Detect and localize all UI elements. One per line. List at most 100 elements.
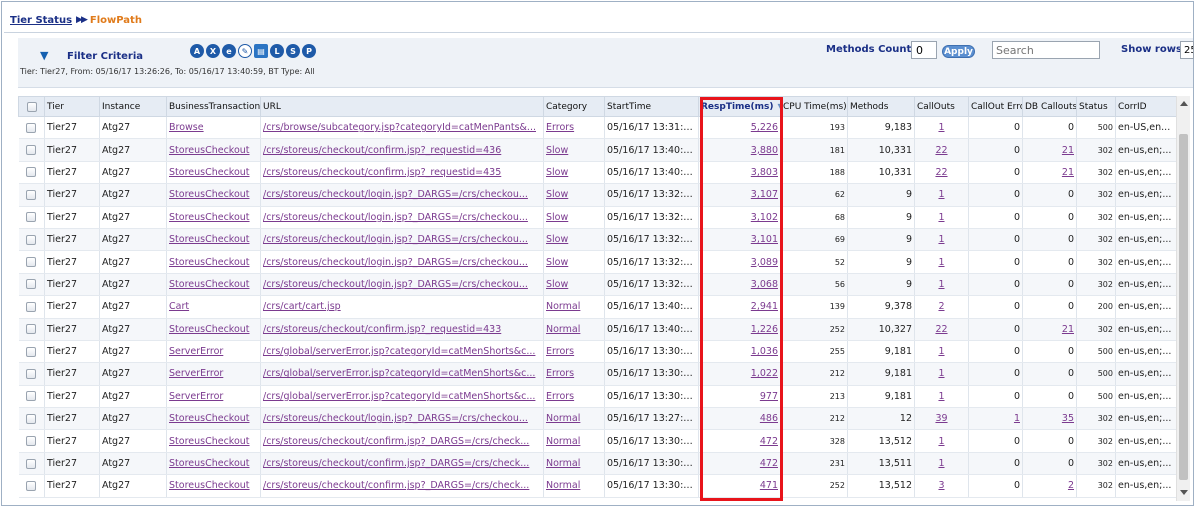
column-header-methods[interactable]: Methods [847,96,915,117]
row-checkbox[interactable] [26,346,37,357]
callout-errors-link[interactable]: 1 [1014,413,1020,424]
callouts-link[interactable]: 1 [938,346,944,357]
category-link[interactable]: Slow [546,234,568,245]
callouts-link[interactable]: 1 [938,189,944,200]
callouts-link[interactable]: 1 [938,212,944,223]
db-callouts-link[interactable]: 2 [1068,480,1074,491]
category-link[interactable]: Errors [546,368,574,379]
url-link[interactable]: /crs/global/serverError.jsp?categoryId=c… [263,346,535,357]
column-header-tier[interactable]: Tier [44,96,100,117]
category-link[interactable]: Normal [546,413,580,424]
callouts-link[interactable]: 3 [938,480,944,491]
callouts-link[interactable]: 1 [938,279,944,290]
category-link[interactable]: Normal [546,480,580,491]
row-checkbox[interactable] [26,301,37,312]
resp-time-link[interactable]: 472 [760,458,778,469]
resp-time-link[interactable]: 5,226 [751,122,778,133]
callouts-link[interactable]: 1 [938,122,944,133]
methods-count-input[interactable] [911,41,937,59]
url-link[interactable]: /crs/storeus/checkout/login.jsp?_DARGS=/… [263,257,528,268]
callouts-link[interactable]: 1 [938,458,944,469]
a-circle-icon[interactable]: A [190,44,204,58]
column-header-db-callouts[interactable]: DB Callouts [1022,96,1077,117]
url-link[interactable]: /crs/cart/cart.jsp [263,301,341,312]
column-header-callout-errors[interactable]: CallOut Errors [968,96,1023,117]
row-checkbox[interactable] [26,189,37,200]
row-checkbox[interactable] [26,145,37,156]
business-transaction-link[interactable]: StoreusCheckout [169,279,250,290]
table-row[interactable]: Tier27 Atg27 StoreusCheckout/crs/storeus/c… [18,318,1176,341]
table-row[interactable]: Tier27 Atg27 StoreusCheckout/crs/storeus/c… [18,161,1176,185]
business-transaction-link[interactable]: StoreusCheckout [169,324,250,335]
resp-time-link[interactable]: 486 [760,413,778,424]
business-transaction-link[interactable]: Cart [169,301,189,312]
column-header-resp-time[interactable]: RespTime(ms)▼ [698,96,781,117]
column-header-url[interactable]: URL [260,96,544,117]
row-checkbox[interactable] [26,167,37,178]
row-checkbox[interactable] [26,391,37,402]
db-callouts-link[interactable]: 21 [1062,145,1074,156]
db-callouts-link[interactable]: 21 [1062,324,1074,335]
pencil-icon[interactable]: ✎ [238,44,252,58]
table-row[interactable]: Tier27 Atg27 ServerError/crs/global/server… [18,362,1176,386]
callouts-link[interactable]: 1 [938,391,944,402]
scroll-down-icon[interactable] [1180,490,1188,495]
url-link[interactable]: /crs/storeus/checkout/login.jsp?_DARGS=/… [263,212,528,223]
table-row[interactable]: Tier27 Atg27 StoreusCheckout/crs/storeus/c… [18,183,1176,207]
category-link[interactable]: Normal [546,301,580,312]
url-link[interactable]: /crs/storeus/checkout/login.jsp?_DARGS=/… [263,234,528,245]
row-checkbox[interactable] [26,234,37,245]
business-transaction-link[interactable]: StoreusCheckout [169,212,250,223]
business-transaction-link[interactable]: StoreusCheckout [169,436,250,447]
category-link[interactable]: Normal [546,458,580,469]
category-link[interactable]: Slow [546,257,568,268]
category-link[interactable]: Slow [546,145,568,156]
category-link[interactable]: Errors [546,122,574,133]
business-transaction-link[interactable]: StoreusCheckout [169,413,250,424]
breadcrumb-tier-status-link[interactable]: Tier Status [10,15,72,26]
resp-time-link[interactable]: 1,022 [751,368,778,379]
select-all-checkbox[interactable] [26,101,37,112]
business-transaction-link[interactable]: ServerError [169,368,223,379]
resp-time-link[interactable]: 3,101 [751,234,778,245]
resp-time-link[interactable]: 1,036 [751,346,778,357]
url-link[interactable]: /crs/storeus/checkout/login.jsp?_DARGS=/… [263,189,528,200]
triangle-down-icon[interactable]: ▼ [40,49,48,62]
table-row[interactable]: Tier27 Atg27 StoreusCheckout/crs/storeus/c… [18,206,1176,229]
url-link[interactable]: /crs/storeus/checkout/confirm.jsp?_DARGS… [263,436,529,447]
column-header-category[interactable]: Category [543,96,605,117]
search-input[interactable] [992,41,1100,59]
callouts-link[interactable]: 1 [938,257,944,268]
row-checkbox[interactable] [26,368,37,379]
table-row[interactable]: Tier27 Atg27 StoreusCheckout/crs/storeus/c… [18,407,1176,431]
row-checkbox[interactable] [26,413,37,424]
resp-time-link[interactable]: 3,107 [751,189,778,200]
business-transaction-link[interactable]: Browse [169,122,204,133]
category-link[interactable]: Errors [546,391,574,402]
table-row[interactable]: Tier27 Atg27 StoreusCheckout/crs/storeus/c… [18,250,1176,274]
column-header-cpu-time[interactable]: CPU Time(ms) [780,96,848,117]
callouts-link[interactable]: 2 [938,301,944,312]
url-link[interactable]: /crs/storeus/checkout/confirm.jsp?_DARGS… [263,480,529,491]
callouts-link[interactable]: 22 [935,145,947,156]
vertical-scrollbar[interactable] [1176,96,1190,501]
column-header-callouts[interactable]: CallOuts [914,96,969,117]
resp-time-link[interactable]: 977 [760,391,778,402]
table-row[interactable]: Tier27 Atg27 StoreusCheckout/crs/storeus/c… [18,474,1176,498]
scroll-up-icon[interactable] [1180,101,1188,106]
apply-button[interactable]: Apply [942,45,975,58]
resp-time-link[interactable]: 2,941 [751,301,778,312]
x-circle-icon[interactable]: X [206,44,220,58]
column-header-business-transaction[interactable]: BusinessTransaction [166,96,261,117]
callouts-link[interactable]: 39 [935,413,947,424]
row-checkbox[interactable] [26,458,37,469]
url-link[interactable]: /crs/storeus/checkout/confirm.jsp?_reque… [263,324,501,335]
l-circle-icon[interactable]: L [270,44,284,58]
resp-time-link[interactable]: 472 [760,436,778,447]
business-transaction-link[interactable]: StoreusCheckout [169,458,250,469]
url-link[interactable]: /crs/global/serverError.jsp?categoryId=c… [263,368,535,379]
e-circle-icon[interactable]: e [222,44,236,58]
column-header-status[interactable]: Status [1076,96,1116,117]
row-checkbox[interactable] [26,212,37,223]
resp-time-link[interactable]: 3,803 [751,167,778,178]
